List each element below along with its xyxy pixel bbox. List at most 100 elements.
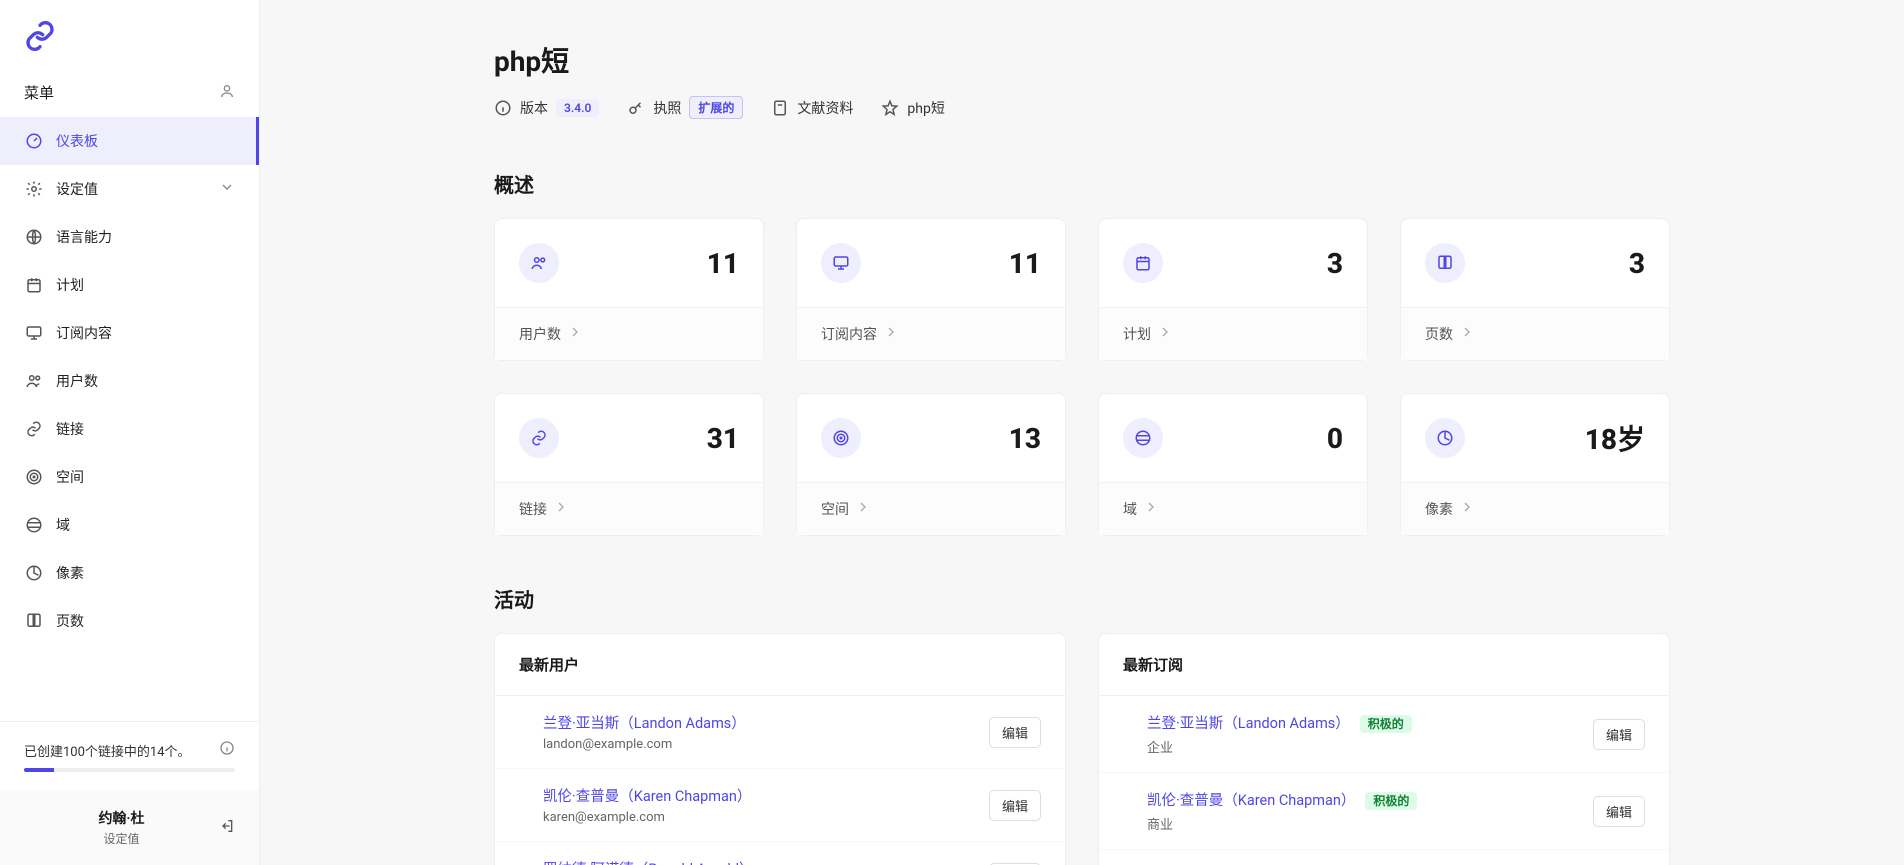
user-icon[interactable] [219, 83, 235, 103]
stat-card: 3 计划 [1098, 218, 1368, 361]
info-icon[interactable] [219, 740, 235, 760]
row-sub: landon@example.com [543, 737, 989, 752]
edit-button[interactable]: 编辑 [1593, 796, 1645, 827]
stat-icon [1123, 418, 1163, 458]
meta-license[interactable]: 执照 扩展的 [627, 96, 743, 119]
chevron-right-icon [567, 324, 583, 344]
stat-card: 18岁像素 [1400, 393, 1670, 536]
sidebar-item-domains[interactable]: 域 [0, 501, 259, 549]
chevron-right-icon [553, 499, 569, 519]
progress-bar [24, 768, 235, 772]
chevron-right-icon [1459, 499, 1475, 519]
stat-label: 链接 [519, 499, 547, 519]
sidebar-item-users[interactable]: 用户数 [0, 357, 259, 405]
calendar-icon [24, 275, 44, 295]
stat-link[interactable]: 用户数 [495, 307, 763, 360]
stat-icon [821, 243, 861, 283]
row-name[interactable]: 罗纳德·阿诺德（Ronald Arnold） [543, 861, 754, 865]
stat-card: 31链接 [494, 393, 764, 536]
stat-link[interactable]: 像素 [1401, 482, 1669, 535]
menu-header: 菜单 [0, 68, 259, 117]
users-icon [24, 371, 44, 391]
row-name[interactable]: 兰登·亚当斯（Landon Adams） [1147, 715, 1350, 732]
link-icon [24, 419, 44, 439]
row-sub: 企业 [1147, 737, 1593, 756]
stat-card: 3页数 [1400, 218, 1670, 361]
stat-link[interactable]: 计划 [1099, 307, 1367, 360]
sidebar-item-dashboard[interactable]: 仪表板 [0, 117, 259, 165]
panel-title: 最新订阅 [1099, 634, 1669, 695]
world-icon [24, 515, 44, 535]
stat-link[interactable]: 页数 [1401, 307, 1669, 360]
edit-button[interactable]: 编辑 [989, 717, 1041, 748]
meta-version: 版本 3.4.0 [494, 98, 599, 118]
list-row: 兰登·亚当斯（Landon Adams） landon@example.com编辑 [495, 696, 1065, 768]
activity-grid: 最新用户 兰登·亚当斯（Landon Adams） landon@example.… [494, 633, 1670, 865]
row-name[interactable]: 凯伦·查普曼（Karen Chapman） [1147, 792, 1355, 809]
stat-link[interactable]: 订阅内容 [797, 307, 1065, 360]
user-footer[interactable]: 约翰·杜 设定值 [0, 790, 259, 865]
chevron-right-icon [1157, 324, 1173, 344]
nav: 仪表板 设定值 语言能力 计划 订阅内容 用户数 [0, 117, 259, 721]
meta-row: 版本 3.4.0 执照 扩展的 文献资料 php短 [494, 96, 1670, 119]
meta-brand[interactable]: php短 [881, 98, 944, 118]
stat-label: 订阅内容 [821, 324, 877, 344]
sidebar-item-links[interactable]: 链接 [0, 405, 259, 453]
info-icon [494, 99, 512, 117]
meta-docs[interactable]: 文献资料 [771, 98, 853, 118]
list-row: 罗纳德·阿诺德（Ronald Arnold）积极的商业编辑 [1099, 849, 1669, 865]
logo[interactable] [0, 0, 259, 68]
sidebar-item-pixels[interactable]: 像素 [0, 549, 259, 597]
stat-value: 18岁 [1585, 418, 1645, 458]
stat-value: 11 [707, 247, 739, 280]
stat-card: 11 用户数 [494, 218, 764, 361]
sidebar-item-label: 像素 [56, 563, 84, 583]
menu-label: 菜单 [24, 82, 54, 103]
stat-label: 页数 [1425, 324, 1453, 344]
status-badge: 积极的 [1365, 792, 1417, 810]
sidebar-item-label: 用户数 [56, 371, 98, 391]
sidebar-item-settings[interactable]: 设定值 [0, 165, 259, 213]
monitor-icon [24, 323, 44, 343]
sidebar-item-subscriptions[interactable]: 订阅内容 [0, 309, 259, 357]
logout-icon[interactable] [219, 818, 235, 838]
stat-value: 13 [1009, 422, 1041, 455]
list-row: 凯伦·查普曼（Karen Chapman） karen@example.com编辑 [495, 768, 1065, 841]
book-icon [24, 611, 44, 631]
license-badge: 扩展的 [689, 96, 743, 119]
sidebar-item-label: 语言能力 [56, 227, 112, 247]
row-sub: karen@example.com [543, 810, 989, 825]
version-label: 版本 [520, 98, 548, 118]
stat-link[interactable]: 域 [1099, 482, 1367, 535]
stat-value: 3 [1327, 247, 1343, 280]
activity-title: 活动 [494, 584, 1670, 613]
list-row: 兰登·亚当斯（Landon Adams）积极的企业编辑 [1099, 696, 1669, 772]
row-name[interactable]: 凯伦·查普曼（Karen Chapman） [543, 788, 751, 805]
sidebar-item-label: 链接 [56, 419, 84, 439]
panel-latest-users: 最新用户 兰登·亚当斯（Landon Adams） landon@example.… [494, 633, 1066, 865]
stat-icon [519, 418, 559, 458]
stat-icon [1425, 243, 1465, 283]
stat-label: 像素 [1425, 499, 1453, 519]
chevron-right-icon [1143, 499, 1159, 519]
sidebar-item-label: 空间 [56, 467, 84, 487]
stat-card: 0域 [1098, 393, 1368, 536]
sidebar-item-pages[interactable]: 页数 [0, 597, 259, 645]
user-sub: 设定值 [24, 830, 219, 847]
edit-button[interactable]: 编辑 [1593, 719, 1645, 750]
stat-label: 用户数 [519, 324, 561, 344]
row-name[interactable]: 兰登·亚当斯（Landon Adams） [543, 715, 746, 732]
stat-link[interactable]: 空间 [797, 482, 1065, 535]
cards-grid: 11用户数11订阅内容3计划3页数31链接13空间0域18岁像素 [494, 218, 1670, 536]
stat-link[interactable]: 链接 [495, 482, 763, 535]
sidebar-item-plans[interactable]: 计划 [0, 261, 259, 309]
sidebar-item-languages[interactable]: 语言能力 [0, 213, 259, 261]
sidebar-item-label: 订阅内容 [56, 323, 112, 343]
stat-label: 空间 [821, 499, 849, 519]
main: php短 版本 3.4.0 执照 扩展的 文献资料 [260, 0, 1904, 865]
sidebar-item-spaces[interactable]: 空间 [0, 453, 259, 501]
edit-button[interactable]: 编辑 [989, 790, 1041, 821]
chevron-right-icon [1459, 324, 1475, 344]
panel-title: 最新用户 [495, 634, 1065, 695]
chevron-down-icon [219, 179, 235, 199]
